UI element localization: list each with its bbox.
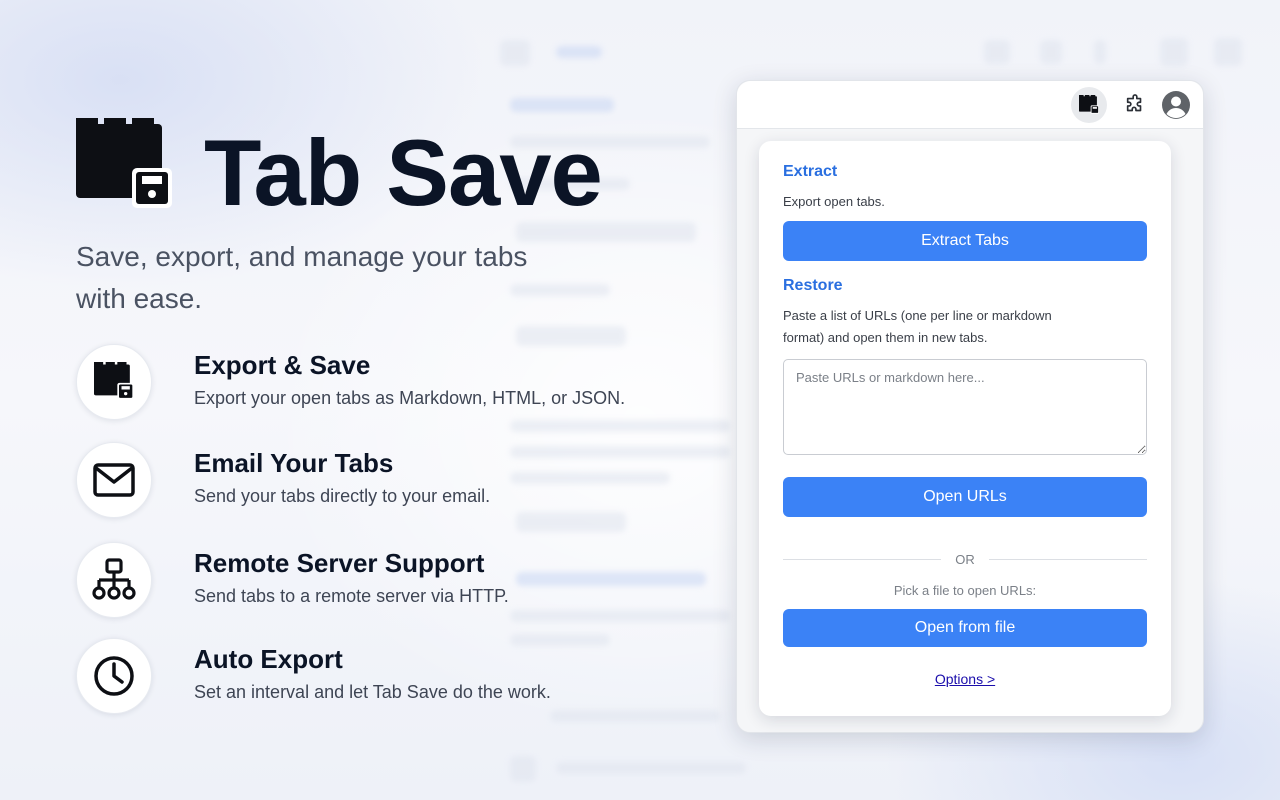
feature-icon-circle — [76, 638, 152, 714]
feature-description: Send your tabs directly to your email. — [194, 486, 491, 506]
extension-popup: Extract Export open tabs. Extract Tabs R… — [759, 141, 1171, 716]
feature-email: Email Your Tabs Send your tabs directly … — [76, 442, 676, 522]
tab-save-extension-button[interactable] — [1071, 87, 1107, 123]
app-title: Tab Save — [204, 120, 603, 225]
or-label: OR — [955, 551, 975, 567]
extract-heading: Extract — [783, 163, 838, 180]
app-subtitle: Save, export, and manage your tabs with … — [76, 241, 528, 314]
feature-description: Send tabs to a remote server via HTTP. — [194, 586, 509, 606]
feature-title: Export & Save — [194, 350, 371, 380]
divider-line — [783, 558, 942, 560]
feature-title: Email Your Tabs — [194, 448, 394, 478]
feature-description: Export your open tabs as Markdown, HTML,… — [194, 388, 626, 408]
open-urls-button[interactable]: Open URLs — [783, 477, 1147, 517]
browser-window: Extract Export open tabs. Extract Tabs R… — [736, 80, 1204, 733]
pick-file-label: Pick a file to open URLs: — [893, 583, 1037, 598]
open-from-file-button[interactable]: Open from file — [783, 609, 1147, 647]
feature-title: Remote Server Support — [194, 548, 485, 578]
extract-tabs-button[interactable]: Extract Tabs — [783, 221, 1147, 261]
feature-export-save: Export & Save Export your open tabs as M… — [76, 344, 676, 424]
restore-description: Paste a list of URLs (one per line or ma… — [783, 308, 1052, 345]
feature-remote-server: Remote Server Support Send tabs to a rem… — [76, 542, 676, 622]
envelope-icon — [93, 463, 135, 497]
network-icon — [92, 558, 136, 600]
options-link[interactable]: Options > — [783, 671, 1147, 687]
feature-icon-circle — [76, 442, 152, 518]
extensions-button[interactable] — [1117, 87, 1153, 123]
profile-button[interactable] — [1158, 87, 1194, 123]
folder-save-icon — [76, 118, 172, 208]
puzzle-icon — [1126, 94, 1142, 112]
feature-description: Set an interval and let Tab Save do the … — [194, 682, 551, 702]
profile-icon — [1162, 91, 1190, 119]
feature-icon-circle — [76, 542, 152, 618]
restore-heading: Restore — [783, 277, 843, 294]
divider-line — [988, 558, 1147, 560]
folder-save-icon — [94, 362, 134, 400]
clock-icon — [94, 656, 134, 696]
or-divider: OR — [783, 549, 1147, 569]
feature-icon-circle — [76, 344, 152, 420]
urls-textarea[interactable] — [783, 359, 1147, 455]
feature-auto-export: Auto Export Set an interval and let Tab … — [76, 638, 676, 718]
browser-toolbar — [737, 81, 1203, 129]
tab-save-extension-icon — [1079, 95, 1099, 114]
extract-description: Export open tabs. — [783, 194, 885, 209]
feature-title: Auto Export — [194, 644, 343, 674]
